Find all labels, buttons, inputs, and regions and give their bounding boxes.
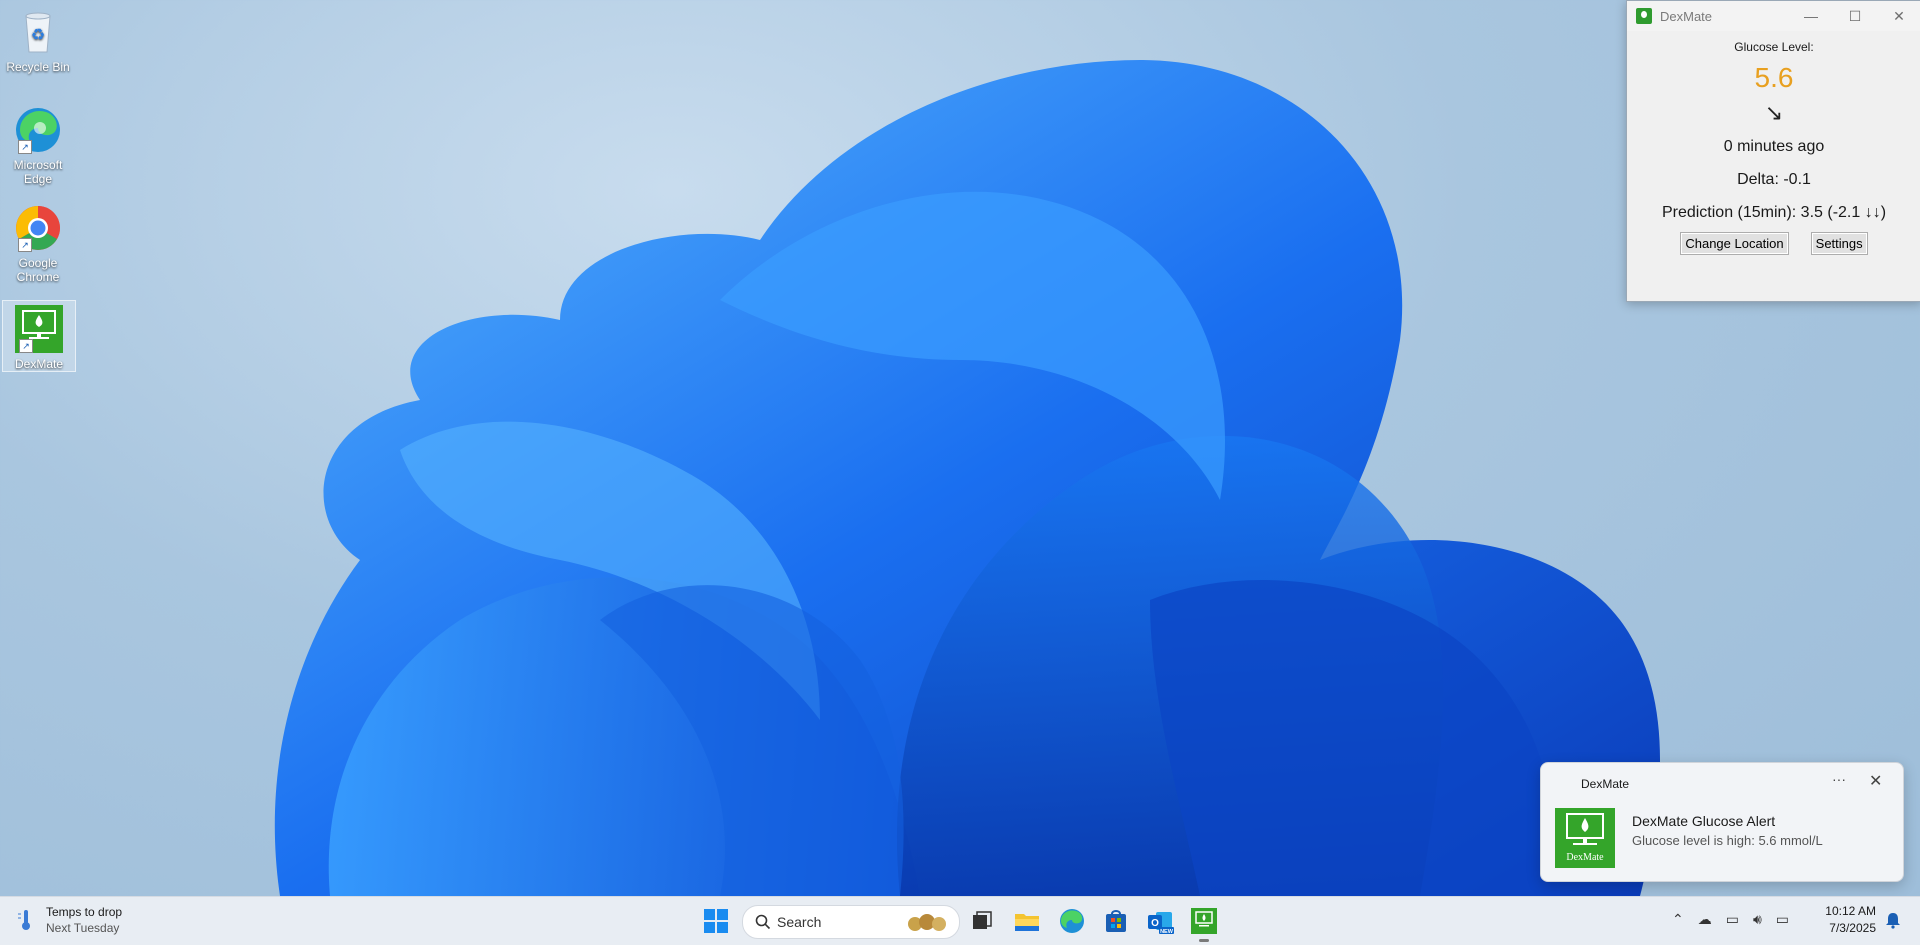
- toast-app-name: DexMate: [1581, 777, 1630, 791]
- glucose-value: 5.6: [1754, 62, 1794, 93]
- outlook-button[interactable]: O NEW: [1146, 907, 1174, 935]
- running-indicator: [1199, 939, 1209, 942]
- edge-shortcut[interactable]: ↗ Microsoft Edge: [2, 102, 74, 186]
- battery-icon[interactable]: ▭: [1776, 911, 1789, 928]
- dexmate-window: DexMate — ☐ ✕ Glucose Level: 5.6 ↘ 0 min…: [1626, 0, 1920, 302]
- delta-text: Delta: -0.1: [1737, 171, 1811, 188]
- toast-notification[interactable]: DexMate ··· ✕ DexMate DexMate Glucose Al…: [1540, 762, 1904, 882]
- weather-title: Temps to drop: [46, 905, 123, 919]
- edge-taskbar-button[interactable]: [1058, 907, 1086, 935]
- maximize-button[interactable]: ☐: [1833, 1, 1877, 31]
- shortcut-arrow-icon: ↗: [19, 339, 33, 353]
- weather-subtitle: Next Tuesday: [46, 921, 120, 935]
- close-button[interactable]: ✕: [1877, 1, 1920, 31]
- clock-date: 7/3/2025: [1829, 921, 1876, 935]
- start-button[interactable]: [704, 909, 728, 933]
- dexmate-icon: [1191, 908, 1217, 934]
- dexmate-shortcut[interactable]: ↗ DexMate: [2, 300, 76, 372]
- dexmate-icon: ↗: [13, 303, 65, 355]
- store-icon: [1106, 910, 1126, 932]
- edge-icon: [1060, 909, 1084, 933]
- volume-icon[interactable]: 🔊︎: [1753, 911, 1762, 928]
- search-placeholder: Search: [777, 914, 822, 930]
- taskbar: Temps to drop Next Tuesday Search O NEW ⌃…: [0, 896, 1920, 945]
- minimize-button[interactable]: —: [1789, 1, 1833, 31]
- recycle-bin-label: Recycle Bin: [6, 60, 70, 74]
- shortcut-arrow-icon: ↗: [18, 238, 32, 252]
- task-view-icon: [973, 911, 992, 929]
- dexmate-logo-icon: DexMate: [1555, 808, 1615, 868]
- shortcut-arrow-icon: ↗: [18, 140, 32, 154]
- more-options-icon[interactable]: ···: [1832, 771, 1846, 787]
- last-update-text: 0 minutes ago: [1723, 138, 1825, 155]
- cloud-offline-icon[interactable]: ☁: [1698, 911, 1712, 928]
- chrome-shortcut[interactable]: ↗ Google Chrome: [2, 200, 74, 284]
- network-icon[interactable]: ▭: [1726, 911, 1739, 928]
- thermometer-icon: [18, 910, 30, 930]
- dexmate-taskbar-button[interactable]: [1190, 907, 1218, 942]
- clock-time: 10:12 AM: [1825, 904, 1876, 918]
- store-button[interactable]: [1102, 907, 1130, 935]
- prediction-text: Prediction (15min): 3.5 (-2.1 ↓↓): [1661, 204, 1887, 221]
- edge-icon: ↗: [12, 104, 64, 156]
- toast-message: Glucose level is high: 5.6 mmol/L: [1632, 833, 1823, 848]
- recycle-bin-icon: ♻: [12, 6, 64, 58]
- dexmate-app-icon: [1636, 8, 1652, 24]
- file-explorer-button[interactable]: [1013, 907, 1041, 935]
- toast-title: DexMate Glucose Alert: [1632, 813, 1776, 829]
- toast-close-icon[interactable]: ✕: [1869, 771, 1882, 791]
- windows-logo-icon: [704, 909, 715, 920]
- settings-button[interactable]: Settings: [1810, 232, 1868, 255]
- chevron-up-icon[interactable]: ⌃: [1672, 911, 1684, 928]
- edge-label: Microsoft Edge: [13, 158, 63, 186]
- window-title: DexMate: [1660, 8, 1713, 24]
- outlook-new-badge: NEW: [1160, 929, 1174, 935]
- glucose-label: Glucose Level:: [1734, 40, 1814, 54]
- chrome-icon: ↗: [12, 202, 64, 254]
- weather-widget[interactable]: Temps to drop Next Tuesday: [16, 904, 122, 936]
- system-tray: ⌃ ☁ ▭ 🔊︎ ▭: [1672, 911, 1789, 928]
- trend-arrow-icon: ↘: [1764, 100, 1784, 125]
- search-box[interactable]: Search: [742, 905, 960, 939]
- recycle-bin-shortcut[interactable]: ♻ Recycle Bin: [2, 4, 74, 74]
- outlook-icon: ONEW: [1148, 912, 1174, 935]
- window-titlebar[interactable]: DexMate — ☐ ✕: [1627, 1, 1920, 31]
- chrome-label: Google Chrome: [16, 256, 60, 284]
- notification-bell-icon[interactable]: [1884, 911, 1902, 929]
- clock[interactable]: 10:12 AM 7/3/2025: [1810, 903, 1876, 937]
- dexmate-label: DexMate: [14, 357, 64, 371]
- change-location-button[interactable]: Change Location: [1680, 232, 1789, 255]
- folder-icon: [1015, 914, 1039, 931]
- toast-logo-text: DexMate: [1566, 852, 1604, 863]
- task-view-button[interactable]: [968, 907, 996, 935]
- svg-text:O: O: [1151, 918, 1159, 929]
- svg-text:♻: ♻: [31, 27, 45, 44]
- search-icon: [755, 914, 771, 930]
- search-highlight-icon: [908, 914, 946, 931]
